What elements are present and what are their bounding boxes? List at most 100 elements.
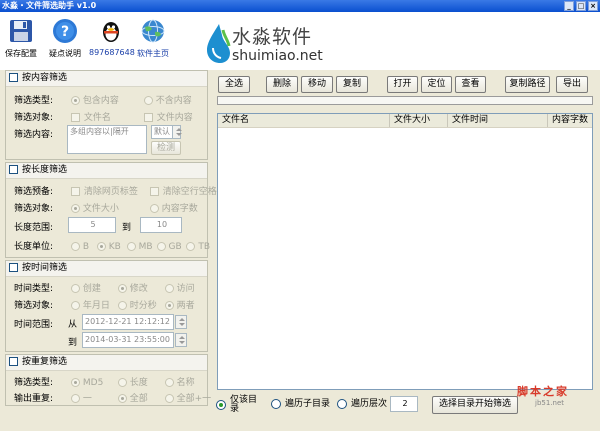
save-config-button[interactable]: 保存配置 <box>0 18 43 59</box>
question-icon: ? <box>53 19 77 43</box>
scan-depth-input[interactable]: 2 <box>390 396 418 412</box>
floppy-disk-icon <box>10 20 32 42</box>
unit-b-radio[interactable]: B <box>70 242 94 252</box>
scan-subdirs-radio[interactable]: 遍历子目录 <box>271 396 330 409</box>
length-filter-group: 按长度筛选 筛选预备: 清除网页标签 清除空行空格 筛选对象: 文件大小 内容字… <box>5 162 217 258</box>
column-time[interactable]: 文件时间 <box>448 114 548 127</box>
time-clock-radio[interactable]: 时分秒 <box>117 298 162 311</box>
length-filter-header[interactable]: 按长度筛选 <box>6 163 207 179</box>
close-button[interactable]: × <box>588 1 598 11</box>
dup-md5-radio[interactable]: MD5 <box>70 378 115 388</box>
export-button[interactable]: 导出 <box>556 76 588 93</box>
dup-one-radio[interactable]: 一 <box>70 391 115 404</box>
length-max-input[interactable]: 10 <box>140 217 182 233</box>
length-prep-row: 筛选预备: 清除网页标签 清除空行空格 <box>14 184 217 197</box>
scan-depth-radio[interactable]: 遍历层次 <box>337 396 387 409</box>
word-count-radio[interactable]: 内容字数 <box>149 204 198 214</box>
dup-all-plus-one-radio[interactable]: 全部+一 <box>164 394 211 404</box>
time-created-radio[interactable]: 创建 <box>70 281 115 294</box>
length-filter-checkbox[interactable] <box>9 165 18 174</box>
help-button[interactable]: ? 疑点说明 <box>43 18 87 59</box>
scan-depth-indicator <box>337 398 347 409</box>
unit-tb-radio[interactable]: TB <box>186 242 210 252</box>
content-filter-group: 按内容筛选 筛选类型: 包含内容 不含内容 筛选对象: 文件名 文件内容 筛选内… <box>5 70 208 160</box>
content-text-label: 筛选内容: <box>14 130 54 140</box>
dup-all-radio[interactable]: 全部 <box>117 391 162 404</box>
filename-checkbox[interactable]: 文件名 <box>70 110 141 123</box>
time-object-row: 筛选对象: 年月日 时分秒 两者 <box>14 298 195 311</box>
length-range-row: 长度范围: <box>14 223 54 233</box>
time-type-row: 时间类型: 创建 修改 访问 <box>14 281 195 294</box>
content-type-row: 筛选类型: 包含内容 不含内容 <box>14 93 192 106</box>
copy-path-button[interactable]: 复制路径 <box>505 76 550 93</box>
qq-contact-button[interactable]: 897687648 <box>89 18 135 57</box>
unit-kb-radio[interactable]: KB <box>96 242 124 252</box>
time-range-row: 时间范围: 从 <box>14 320 78 330</box>
scan-this-dir-radio[interactable]: 仅该目录 <box>216 396 260 414</box>
qq-penguin-icon <box>103 22 119 42</box>
time-from-input[interactable]: 2012-12-21 12:12:12 <box>82 314 174 330</box>
length-min-input[interactable]: 5 <box>68 217 116 233</box>
column-size[interactable]: 文件大小 <box>390 114 448 127</box>
column-filename[interactable]: 文件名 <box>218 114 390 127</box>
time-date-radio[interactable]: 年月日 <box>70 298 115 311</box>
time-filter-checkbox[interactable] <box>9 263 18 272</box>
unit-gb-radio[interactable]: GB <box>156 242 184 252</box>
scan-this-dir-indicator <box>216 400 226 410</box>
delete-button[interactable]: 删除 <box>266 76 298 93</box>
brand-url: shuimiao.net <box>232 48 323 64</box>
copy-button[interactable]: 复制 <box>336 76 368 93</box>
maximize-button[interactable]: □ <box>576 1 586 11</box>
start-scan-button[interactable]: 选择目录开始筛选 <box>432 396 518 414</box>
time-filter-header[interactable]: 按时间筛选 <box>6 261 207 277</box>
view-button[interactable]: 查看 <box>455 76 486 93</box>
app-window: 水淼・文件筛选助手 v1.0 _ □ × 保存配置 ? 疑点说明 8976876… <box>0 0 600 431</box>
window-title: 水淼・文件筛选助手 v1.0 <box>2 1 97 10</box>
select-all-button[interactable]: 全选 <box>218 76 250 93</box>
content-filter-checkbox[interactable] <box>9 73 18 82</box>
column-word-count[interactable]: 内容字数 <box>548 114 592 127</box>
content-type-label: 筛选类型: <box>14 96 54 106</box>
file-list-table[interactable]: 文件名 文件大小 文件时间 内容字数 <box>217 113 593 390</box>
header-toolbar: 保存配置 ? 疑点说明 897687648 软件主页 水淼软件 shuimiao… <box>0 12 600 70</box>
strip-html-checkbox[interactable]: 清除网页标签 <box>70 184 147 197</box>
watermark-en: jb51.net <box>535 399 565 407</box>
file-size-radio[interactable]: 文件大小 <box>70 201 147 214</box>
length-filter-title: 按长度筛选 <box>22 165 68 175</box>
detect-button[interactable]: 检测 <box>151 141 181 155</box>
unit-mb-radio[interactable]: MB <box>126 242 154 252</box>
window-controls: _ □ × <box>564 1 598 11</box>
duplicate-filter-title: 按重复筛选 <box>22 357 68 367</box>
contains-radio[interactable]: 包含内容 <box>70 93 141 106</box>
content-text-row: 筛选内容: <box>14 127 68 140</box>
content-mode-dropdown-arrow[interactable] <box>172 125 182 139</box>
duplicate-filter-checkbox[interactable] <box>9 357 18 366</box>
time-both-radio[interactable]: 两者 <box>164 301 195 311</box>
time-to-spinner[interactable] <box>175 333 187 347</box>
length-object-row: 筛选对象: 文件大小 内容字数 <box>14 201 198 214</box>
dup-length-radio[interactable]: 长度 <box>117 375 162 388</box>
globe-icon <box>141 19 165 43</box>
time-to-input[interactable]: 2014-03-31 23:55:00 <box>82 332 174 348</box>
time-accessed-radio[interactable]: 访问 <box>164 284 195 294</box>
time-from-spinner[interactable] <box>175 315 187 329</box>
file-content-checkbox[interactable]: 文件内容 <box>143 113 193 123</box>
not-contains-radio[interactable]: 不含内容 <box>143 96 192 106</box>
strip-blank-checkbox[interactable]: 清除空行空格 <box>149 187 217 197</box>
watermark-cn: 脚本之家 <box>517 385 569 398</box>
time-to-label: 到 <box>68 338 78 348</box>
homepage-button[interactable]: 软件主页 <box>131 18 175 59</box>
time-modified-radio[interactable]: 修改 <box>117 281 162 294</box>
scan-subdirs-indicator <box>271 398 281 409</box>
dup-output-row: 输出重复: 一 全部 全部+一 <box>14 391 211 404</box>
open-button[interactable]: 打开 <box>387 76 418 93</box>
minimize-button[interactable]: _ <box>564 1 574 11</box>
move-button[interactable]: 移动 <box>301 76 333 93</box>
content-text-input[interactable]: 多组内容以|隔开 <box>67 125 147 154</box>
content-filter-header[interactable]: 按内容筛选 <box>6 71 207 87</box>
locate-button[interactable]: 定位 <box>421 76 452 93</box>
time-from-label: 从 <box>68 320 78 330</box>
dup-name-radio[interactable]: 名称 <box>164 378 195 388</box>
duplicate-filter-header[interactable]: 按重复筛选 <box>6 355 207 371</box>
content-object-label: 筛选对象: <box>14 113 54 123</box>
